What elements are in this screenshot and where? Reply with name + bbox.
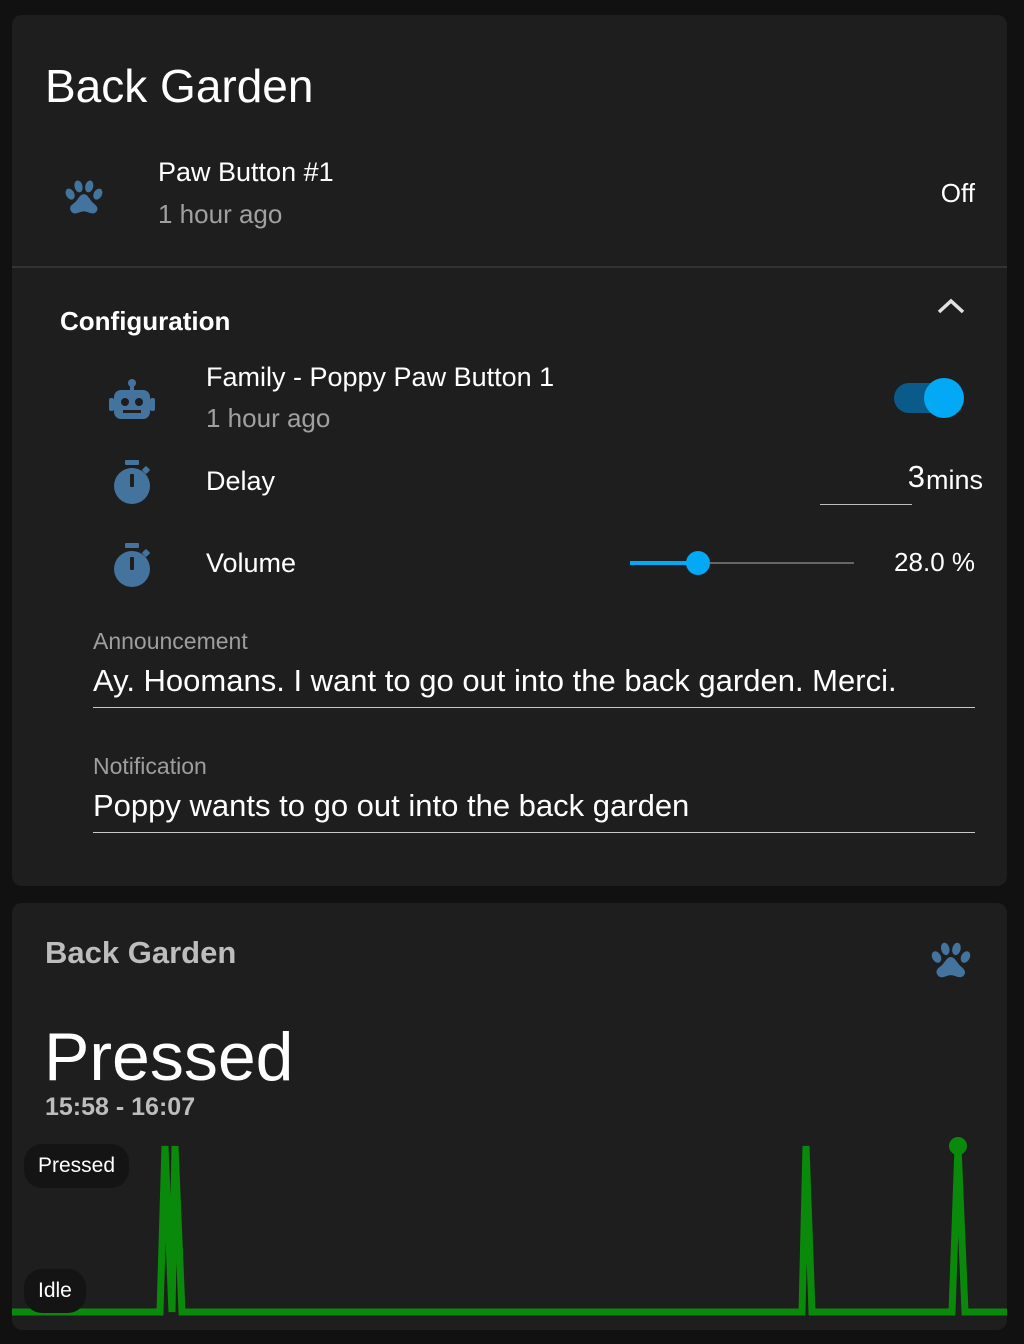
- automation-toggle[interactable]: [892, 377, 968, 421]
- automation-last-changed: 1 hour ago: [206, 403, 331, 433]
- entities-card: Back Garden Paw Button #1 1 hour ago Off…: [12, 15, 1007, 886]
- announcement-field: Announcement: [93, 628, 975, 708]
- timer-icon: [114, 460, 150, 504]
- paw-button-state: Off: [940, 178, 975, 208]
- graph-label-pressed: Pressed: [24, 1144, 130, 1188]
- paw-button-last-changed: 1 hour ago: [158, 199, 283, 229]
- history-line: [12, 1145, 1007, 1316]
- slider-knob[interactable]: [686, 551, 710, 575]
- paw-icon: [65, 180, 103, 214]
- automation-name: Family - Poppy Paw Button 1: [206, 362, 555, 392]
- delay-input[interactable]: 3 mins: [820, 455, 985, 507]
- card-title: Back Garden: [45, 60, 314, 112]
- notification-label: Notification: [93, 753, 207, 779]
- announcement-label: Announcement: [93, 628, 248, 654]
- volume-label: Volume: [206, 548, 297, 578]
- announcement-input[interactable]: [93, 663, 975, 708]
- toggle-thumb: [924, 378, 964, 418]
- volume-slider[interactable]: [630, 547, 854, 579]
- delay-value[interactable]: 3: [908, 459, 925, 495]
- history-card[interactable]: Back Garden Pressed 15:58 - 16:07 Presse…: [12, 903, 1007, 1330]
- timer-icon: [114, 543, 150, 587]
- history-graph: [12, 1137, 1007, 1316]
- section-title-configuration: Configuration: [60, 306, 231, 336]
- delay-unit: mins: [925, 465, 983, 495]
- robot-icon: [109, 379, 155, 419]
- chevron-up-icon[interactable]: [932, 291, 970, 321]
- volume-value: 28.0 %: [894, 547, 975, 577]
- notification-field: Notification: [93, 753, 975, 833]
- delay-underline: [820, 504, 912, 505]
- notification-input[interactable]: [93, 788, 975, 833]
- history-last-point: [949, 1137, 967, 1155]
- paw-button-name: Paw Button #1: [158, 157, 334, 187]
- delay-label: Delay: [206, 466, 276, 496]
- divider: [12, 266, 1007, 268]
- graph-label-idle: Idle: [24, 1269, 86, 1313]
